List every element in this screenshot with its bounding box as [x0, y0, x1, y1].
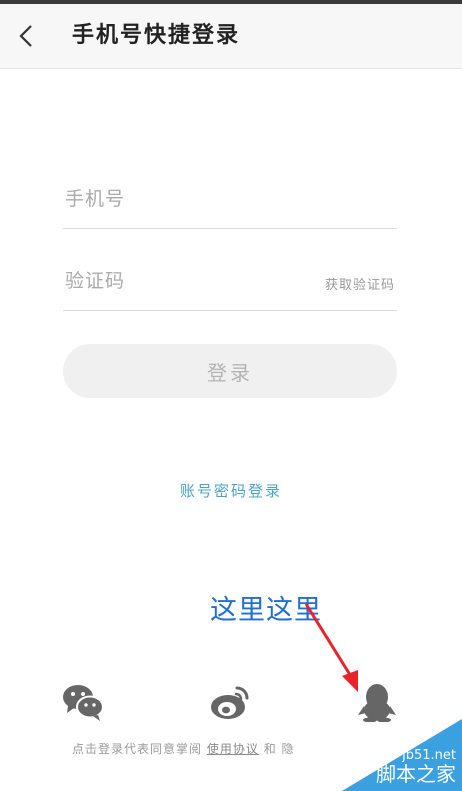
- terms-text: 点击登录代表同意掌阅 使用协议 和 隐: [72, 740, 295, 757]
- qq-icon[interactable]: [356, 682, 398, 722]
- verification-code-input[interactable]: [63, 260, 307, 302]
- header: 手机号快捷登录: [0, 4, 462, 69]
- terms-prefix: 点击登录代表同意掌阅: [72, 742, 203, 756]
- phone-field: [63, 178, 397, 229]
- password-login-link[interactable]: 账号密码登录: [0, 480, 462, 501]
- login-button[interactable]: 登录: [63, 344, 397, 398]
- phone-input[interactable]: [63, 178, 307, 220]
- watermark: jb51.net 脚本之家: [342, 719, 462, 791]
- wechat-icon[interactable]: [62, 682, 104, 722]
- weibo-icon[interactable]: [209, 682, 251, 722]
- page-title: 手机号快捷登录: [72, 23, 241, 48]
- terms-link[interactable]: 使用协议: [207, 742, 259, 756]
- watermark-name: 脚本之家: [376, 762, 456, 786]
- code-field: 获取验证码: [63, 260, 397, 311]
- terms-suffix: 和 隐: [263, 742, 295, 756]
- get-code-button[interactable]: 获取验证码: [325, 274, 395, 293]
- back-arrow-icon[interactable]: [14, 22, 42, 50]
